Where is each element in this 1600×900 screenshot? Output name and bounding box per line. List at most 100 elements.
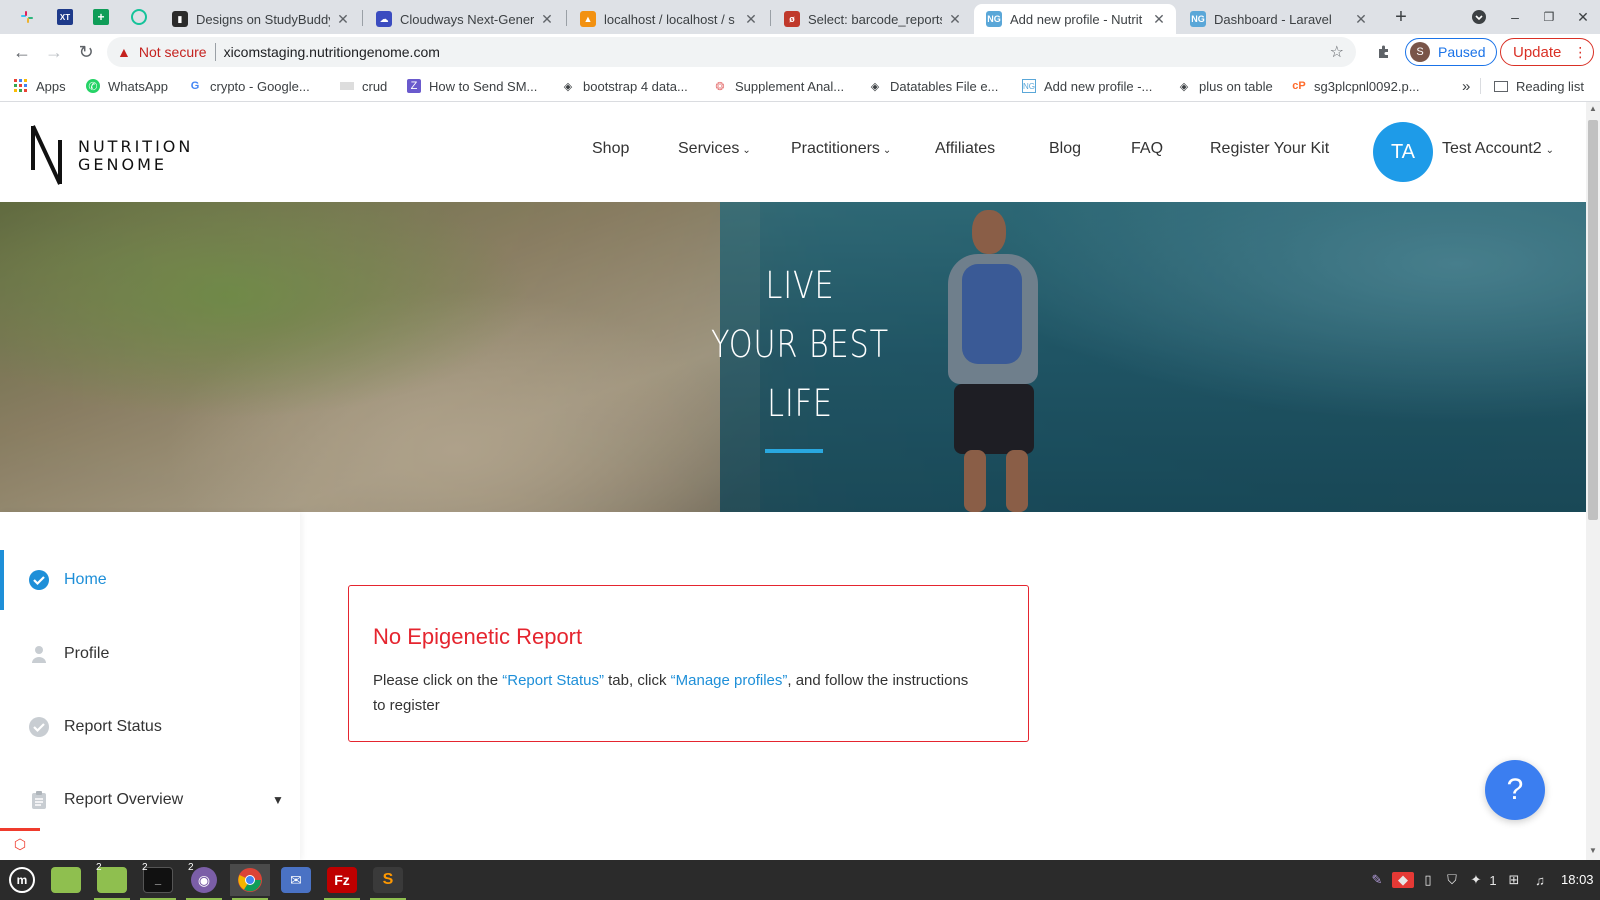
nav-label: Shop	[592, 140, 630, 157]
nav-faq[interactable]: FAQ	[1131, 140, 1163, 158]
bookmark-label: bootstrap 4 data...	[583, 78, 688, 94]
extensions-button[interactable]	[1372, 40, 1396, 64]
sidebar-item-report-status[interactable]: Report Status	[0, 697, 300, 757]
close-tab-icon[interactable]: ✕	[742, 11, 760, 28]
codepen-icon: ◈	[870, 80, 880, 93]
bookmark-plus-on-table[interactable]: ◈ plus on table	[1177, 76, 1273, 96]
taskbar-files-2[interactable]: 2	[92, 862, 132, 900]
nav-blog[interactable]: Blog	[1049, 140, 1081, 158]
scroll-thumb[interactable]	[1588, 120, 1598, 520]
nav-register-kit[interactable]: Register Your Kit	[1210, 140, 1329, 158]
close-tab-icon[interactable]: ✕	[946, 11, 964, 28]
pinned-tab-slack[interactable]	[12, 4, 42, 30]
new-tab-button[interactable]: +	[1388, 6, 1414, 28]
taskbar-mail[interactable]: ✉	[276, 864, 316, 896]
bookmark-datatables[interactable]: ◈ Datatables File e...	[868, 76, 999, 96]
bookmark-crud[interactable]: crud	[340, 76, 387, 96]
user-avatar[interactable]: TA	[1373, 122, 1433, 182]
user-menu[interactable]: Test Account2 ⌄	[1442, 140, 1554, 158]
network-tray-icon[interactable]: ⊞	[1506, 872, 1522, 888]
tab-phpmyadmin[interactable]: ▲ localhost / localhost / s ✕	[568, 4, 768, 34]
update-button[interactable]: Update ⋮	[1500, 38, 1594, 66]
close-tab-icon[interactable]: ✕	[1352, 11, 1370, 28]
pinned-tab-grammarly[interactable]	[124, 4, 154, 30]
window-count-badge: 2	[142, 862, 148, 873]
hero-underline	[765, 449, 823, 453]
chevron-down-icon: ⌄	[742, 145, 751, 156]
scroll-up-icon[interactable]: ▲	[1588, 104, 1598, 113]
bookmark-apps[interactable]: Apps	[14, 76, 66, 96]
tab-search-button[interactable]	[1466, 6, 1492, 28]
pinned-tab-sheets[interactable]: +	[86, 4, 116, 30]
restore-button[interactable]: ❐	[1536, 6, 1562, 28]
logo-line: NUTRITION	[78, 137, 194, 156]
bookmark-bootstrap[interactable]: ◈ bootstrap 4 data...	[561, 76, 688, 96]
whatsapp-icon: ✆	[86, 79, 100, 93]
close-tab-icon[interactable]: ✕	[1150, 11, 1168, 28]
anydesk-tray-icon[interactable]: ◆	[1392, 872, 1414, 888]
tab-title: Add new profile - Nutrit	[1010, 11, 1143, 27]
tab-add-new-profile[interactable]: NG Add new profile - Nutrit ✕	[974, 4, 1176, 34]
sound-tray-icon[interactable]: ♫	[1532, 872, 1548, 888]
sidebar-item-home[interactable]: Home	[0, 550, 300, 610]
taskbar-sublime[interactable]: S	[368, 864, 408, 900]
bookmarks-overflow-button[interactable]: »	[1462, 76, 1470, 96]
address-bar[interactable]: ▲ Not secure xicomstaging.nutritiongenom…	[107, 37, 1356, 67]
notification-tray-icon[interactable]: ✦	[1468, 872, 1484, 888]
nav-affiliates[interactable]: Affiliates	[935, 140, 995, 158]
report-status-link[interactable]: “Report Status”	[502, 672, 604, 689]
bookmark-add-new-profile[interactable]: NG Add new profile -...	[1022, 76, 1152, 96]
security-label[interactable]: Not secure	[139, 44, 207, 60]
zendesk-icon: Z	[407, 79, 421, 93]
tab-laravel-dashboard[interactable]: NG Dashboard - Laravel ✕	[1178, 4, 1378, 34]
profile-button[interactable]: S Paused	[1405, 38, 1497, 66]
taskbar-files[interactable]	[46, 864, 86, 896]
puzzle-icon	[1379, 45, 1388, 58]
bookmark-crypto[interactable]: G crypto - Google...	[188, 76, 310, 96]
site-logo[interactable]: NUTRITION GENOME	[30, 120, 200, 190]
close-tab-icon[interactable]: ✕	[538, 11, 556, 28]
close-tab-icon[interactable]: ✕	[334, 11, 352, 28]
bookmark-star-icon[interactable]: ☆	[1330, 42, 1344, 62]
tab-title: Dashboard - Laravel	[1214, 11, 1332, 27]
scroll-down-icon[interactable]: ▼	[1588, 846, 1598, 855]
tab-cloudways[interactable]: ☁ Cloudways Next-Genera ✕	[364, 4, 564, 34]
pinned-tab-xd[interactable]: XT	[50, 4, 80, 30]
nav-practitioners[interactable]: Practitioners ⌄	[791, 140, 891, 158]
forward-button[interactable]: →	[42, 40, 66, 64]
nav-label: FAQ	[1131, 140, 1164, 157]
taskbar-filezilla[interactable]: Fz	[322, 864, 362, 900]
bookmark-send-sms[interactable]: Z How to Send SM...	[407, 76, 537, 96]
sidebar-item-profile[interactable]: Profile	[0, 624, 300, 684]
hero-title-line: LIFE	[767, 382, 833, 425]
taskbar-chrome[interactable]	[230, 864, 270, 900]
workspace-indicator[interactable]: 1	[1488, 872, 1498, 888]
close-window-button[interactable]: ✕	[1570, 6, 1596, 28]
taskbar-terminal[interactable]: _ 2	[138, 862, 178, 900]
nav-services[interactable]: Services ⌄	[678, 140, 751, 158]
reload-button[interactable]: ↻	[74, 40, 98, 64]
feather-tray-icon[interactable]: ✎	[1368, 872, 1386, 888]
shield-tray-icon[interactable]: ⛉	[1444, 872, 1460, 888]
bookmark-label: Add new profile -...	[1044, 78, 1153, 94]
nav-shop[interactable]: Shop	[592, 140, 629, 158]
reading-list-button[interactable]: Reading list	[1494, 76, 1584, 96]
clipboard-tray-icon[interactable]: ▯	[1420, 872, 1436, 888]
bookmark-cpanel[interactable]: cP sg3plcpnl0092.p...	[1292, 76, 1419, 96]
clock[interactable]: 18:03	[1561, 872, 1594, 887]
mint-menu-button[interactable]: m	[2, 864, 42, 896]
taskbar-pidgin[interactable]: ◉ 2	[184, 862, 224, 900]
bookmark-whatsapp[interactable]: ✆ WhatsApp	[86, 76, 168, 96]
bookmark-supplement[interactable]: ❂ Supplement Anal...	[713, 76, 844, 96]
minimize-button[interactable]: –	[1502, 6, 1528, 28]
help-button[interactable]: ?	[1485, 760, 1545, 820]
manage-profiles-link[interactable]: “Manage profiles”	[671, 672, 788, 689]
url-text[interactable]: xicomstaging.nutritiongenome.com	[224, 44, 440, 60]
laravel-debugbar-toggle[interactable]: ⬡	[0, 828, 40, 858]
tab-studybuddy[interactable]: ▮ Designs on StudyBuddy ✕	[160, 4, 360, 34]
sidebar-item-report-overview[interactable]: Report Overview ▼	[0, 770, 300, 830]
chevron-down-icon[interactable]: ▼	[272, 793, 284, 807]
tab-adminer[interactable]: ø Select: barcode_reports ✕	[772, 4, 972, 34]
back-button[interactable]: ←	[10, 40, 34, 64]
page-scrollbar[interactable]: ▲ ▼	[1586, 102, 1600, 860]
